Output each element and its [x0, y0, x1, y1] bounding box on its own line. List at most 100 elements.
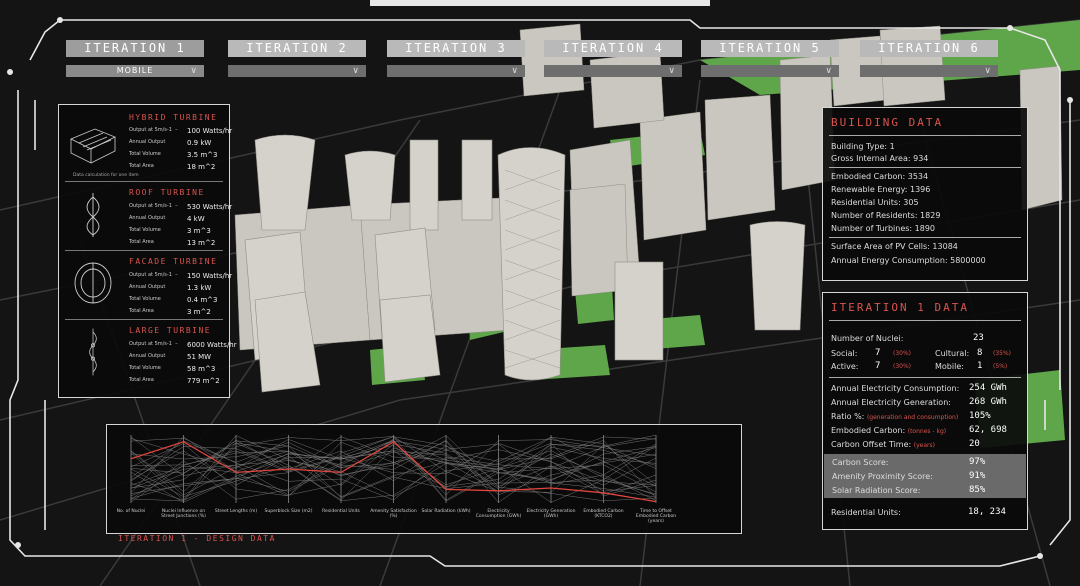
tab-iteration-5[interactable]: ITERATION 5: [701, 40, 839, 57]
divider: [829, 237, 1021, 238]
hybrid-area: Total Area 18 m^2: [129, 163, 216, 171]
dropdown-iteration-4[interactable]: ∨: [544, 65, 682, 77]
offset-value: 20: [969, 439, 980, 449]
axis-label: No. of Nuclei: [116, 509, 146, 514]
units-value: 18, 234: [968, 507, 1006, 517]
solar-label: Solar Radiation Score:: [832, 486, 921, 495]
large-volume: Total Volume 58 m^3: [129, 365, 216, 373]
hybrid-turbine-title: HYBRID TURBINE: [129, 113, 218, 122]
large-turbine-icon: [89, 328, 97, 376]
dropdown-iteration-5[interactable]: ∨: [701, 65, 839, 77]
divider: [65, 319, 223, 320]
chevron-down-icon: ∨: [190, 66, 198, 76]
building-data-title: BUILDING DATA: [831, 116, 944, 129]
hybrid-note: Data calculation for one item: [73, 173, 139, 178]
cultural-label: Cultural:: [935, 349, 970, 358]
mobile-value: 1: [977, 361, 983, 371]
number-of-turbines: Number of Turbines: 1890: [831, 224, 936, 233]
hybrid-annual: Annual Output 0.9 kW: [129, 139, 212, 147]
amenity-label: Amenity Proximity Score:: [832, 472, 933, 481]
axis-label: Electricity Generation (GWh): [526, 509, 576, 519]
mobile-label: Mobile:: [935, 362, 964, 371]
divider: [65, 250, 223, 251]
hybrid-volume: Total Volume 3.5 m^3: [129, 151, 218, 159]
dropdown-iteration-3[interactable]: ∨: [387, 65, 525, 77]
roof-turbine-icon: [86, 193, 100, 237]
dropdown-iteration-2[interactable]: ∨: [228, 65, 366, 77]
axis-label: Embodied Carbon (KTCO2): [583, 509, 624, 519]
axis-label: Solar Radiation (kWh): [421, 509, 471, 514]
axis-label: Street Lengths (m): [214, 509, 258, 514]
iteration-data-panel: ITERATION 1 DATA Number of Nuclei: 23 So…: [822, 292, 1028, 530]
roof-annual: Annual Output 4 kW: [129, 215, 205, 223]
active-label: Active:: [831, 362, 859, 371]
tab-iteration-4[interactable]: ITERATION 4: [544, 40, 682, 57]
consumption-value: 254 GWh: [969, 383, 1007, 393]
active-pct: (30%): [893, 363, 912, 370]
social-label: Social:: [831, 349, 858, 358]
axis-label: Amenity Satisfaction (%): [370, 509, 417, 519]
dropdown-iteration-1[interactable]: MOBILE ∨: [66, 65, 204, 77]
facade-output: Output at 5m/s-1 –150 Watts/hr: [129, 272, 233, 280]
ratio-note: (generation and consumption): [866, 414, 959, 421]
iteration-data-title: ITERATION 1 DATA: [831, 301, 969, 314]
tab-iteration-1[interactable]: ITERATION 1: [66, 40, 204, 57]
nuclei-label: Number of Nuclei:: [831, 334, 904, 343]
cultural-pct: (35%): [993, 350, 1012, 357]
annual-energy-consumption: Annual Energy Consumption: 5800000: [831, 256, 986, 265]
amenity-value: 91%: [969, 471, 986, 481]
solar-value: 85%: [969, 485, 986, 495]
gross-internal-area: Gross Internal Area: 934: [831, 154, 929, 163]
offset-note: (years): [913, 442, 935, 449]
large-annual: Annual Output 51 MW: [129, 353, 212, 361]
offset-label: Carbon Offset Time: (years): [831, 440, 935, 449]
embodied-carbon: Embodied Carbon: 3534: [831, 172, 929, 181]
axis-label: Superblock Size (m2): [264, 509, 313, 514]
turbine-panel: HYBRID TURBINE Output at 5m/s-1 –100 Wat…: [58, 104, 237, 398]
ratio-value: 105%: [969, 411, 991, 421]
dropdown-iteration-6[interactable]: ∨: [860, 65, 998, 77]
cultural-value: 8: [977, 348, 983, 358]
large-output: Output at 5m/s-1 –6000 Watts/hr: [129, 341, 237, 349]
chevron-down-icon: ∨: [668, 66, 676, 76]
scores-block: Carbon Score: 97% Amenity Proximity Scor…: [824, 454, 1026, 498]
tab-iteration-2[interactable]: ITERATION 2: [228, 40, 366, 57]
facade-turbine-title: FACADE TURBINE: [129, 257, 218, 266]
facade-turbine-icon: [74, 262, 112, 304]
roof-turbine-title: ROOF TURBINE: [129, 188, 205, 197]
facade-annual: Annual Output 1.3 kW: [129, 284, 212, 292]
building-data-panel: BUILDING DATA Building Type: 1 Gross Int…: [822, 107, 1028, 281]
hybrid-turbine-icon: [70, 128, 116, 164]
divider: [65, 181, 223, 182]
tab-iteration-6[interactable]: ITERATION 6: [860, 40, 998, 57]
carbon-score-value: 97%: [969, 457, 986, 467]
large-turbine-title: LARGE TURBINE: [129, 326, 212, 335]
hybrid-output: Output at 5m/s-1 –100 Watts/hr: [129, 127, 233, 135]
roof-area: Total Area 13 m^2: [129, 239, 216, 247]
divider: [829, 377, 1021, 378]
chevron-down-icon: ∨: [352, 66, 360, 76]
chevron-down-icon: ∨: [984, 66, 992, 76]
pv-surface-area: Surface Area of PV Cells: 13084: [831, 242, 958, 251]
axis-label: Time to Offset Embodied Carbon (years): [635, 509, 677, 524]
units-label: Residential Units:: [831, 508, 901, 517]
roof-volume: Total Volume 3 m^3: [129, 227, 211, 235]
social-value: 7: [875, 348, 881, 358]
axis-label: Nuclei Influence on Street Junctions (%): [161, 509, 206, 519]
design-data-title: ITERATION 1 - DESIGN DATA: [118, 534, 276, 543]
generation-value: 268 GWh: [969, 397, 1007, 407]
ratio-label: Ratio %: (generation and consumption): [831, 412, 959, 421]
number-of-residents: Number of Residents: 1829: [831, 211, 941, 220]
chevron-down-icon: ∨: [511, 66, 519, 76]
chevron-down-icon: ∨: [825, 66, 833, 76]
building-type: Building Type: 1: [831, 142, 895, 151]
axis-label: Electricity Consumption (GWh): [475, 509, 522, 519]
generation-label: Annual Electricity Generation:: [831, 398, 951, 407]
tab-iteration-3[interactable]: ITERATION 3: [387, 40, 525, 57]
facade-area: Total Area 3 m^2: [129, 308, 211, 316]
residential-units: Residential Units: 305: [831, 198, 919, 207]
facade-volume: Total Volume 0.4 m^3: [129, 296, 218, 304]
active-value: 7: [875, 361, 881, 371]
embodied-label: Embodied Carbon: (tonnes - kg): [831, 426, 947, 435]
roof-output: Output at 5m/s-1 –530 Watts/hr: [129, 203, 233, 211]
